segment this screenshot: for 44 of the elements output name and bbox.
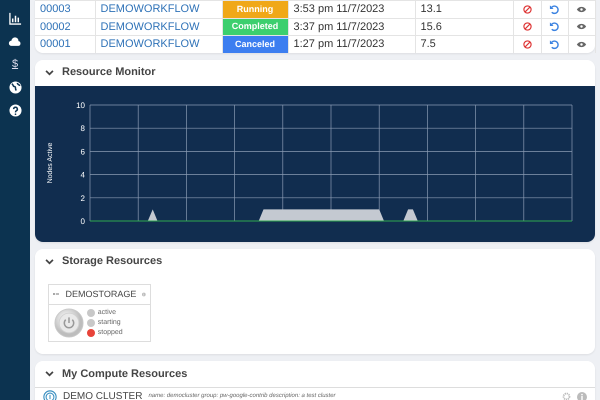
help-icon[interactable] (8, 103, 22, 117)
view-icon[interactable] (576, 40, 587, 48)
cancel-icon[interactable] (522, 4, 532, 14)
status-label: Canceled (222, 36, 288, 52)
time-cell: 3:53 pm 11/7/2023 (288, 0, 415, 18)
y-tick-label: 10 (76, 100, 85, 110)
value-cell: 7.5 (415, 36, 513, 52)
panel-title: Resource Monitor (62, 65, 156, 80)
globe-icon[interactable] (8, 80, 22, 94)
collapse-icon[interactable] (45, 371, 54, 377)
power-button[interactable] (54, 308, 84, 338)
collapse-icon[interactable] (45, 70, 54, 76)
storage-logo-icon (53, 291, 60, 298)
y-tick-label: 8 (80, 124, 85, 133)
collapse-icon[interactable] (45, 258, 54, 264)
cluster-name: DEMO CLUSTER (63, 390, 142, 400)
y-tick-label: 2 (80, 193, 85, 202)
rerun-icon[interactable] (549, 21, 560, 32)
time-cell: 1:27 pm 11/7/2023 (288, 36, 415, 52)
rerun-icon[interactable] (549, 4, 560, 15)
workflow-id-link[interactable]: 00001 (40, 38, 71, 50)
cancel-icon[interactable] (522, 40, 532, 49)
storage-name: DEMOSTORAGE (65, 288, 136, 300)
rerun-icon[interactable] (549, 38, 560, 50)
panel-title: Storage Resources (62, 254, 162, 270)
workflow-name-link[interactable]: DEMOWORKFLOW (100, 20, 200, 32)
status-label: Running (222, 0, 288, 18)
status-label: Completed (222, 18, 288, 36)
workflow-name-link[interactable]: DEMOWORKFLOW (100, 38, 200, 50)
y-tick-label: 6 (80, 146, 85, 156)
workflow-id-link[interactable]: 00002 (40, 20, 71, 32)
y-tick-label: 0 (80, 216, 85, 226)
workflow-name-link[interactable]: DEMOWORKFLOW (100, 3, 200, 15)
dollar-sign-link[interactable]: $ (12, 57, 18, 71)
time-cell: 3:37 pm 11/7/2023 (288, 18, 415, 36)
view-icon[interactable] (576, 23, 587, 30)
workflow-id-link[interactable]: 00003 (40, 3, 71, 15)
value-cell: 15.6 (415, 18, 513, 36)
view-icon[interactable] (576, 6, 587, 13)
y-tick-label: 4 (80, 170, 85, 180)
panel-title: My Compute Resources (62, 366, 188, 382)
bar-chart-icon[interactable] (8, 11, 22, 25)
value-cell: 13.1 (415, 0, 513, 18)
cancel-icon[interactable] (522, 22, 532, 32)
